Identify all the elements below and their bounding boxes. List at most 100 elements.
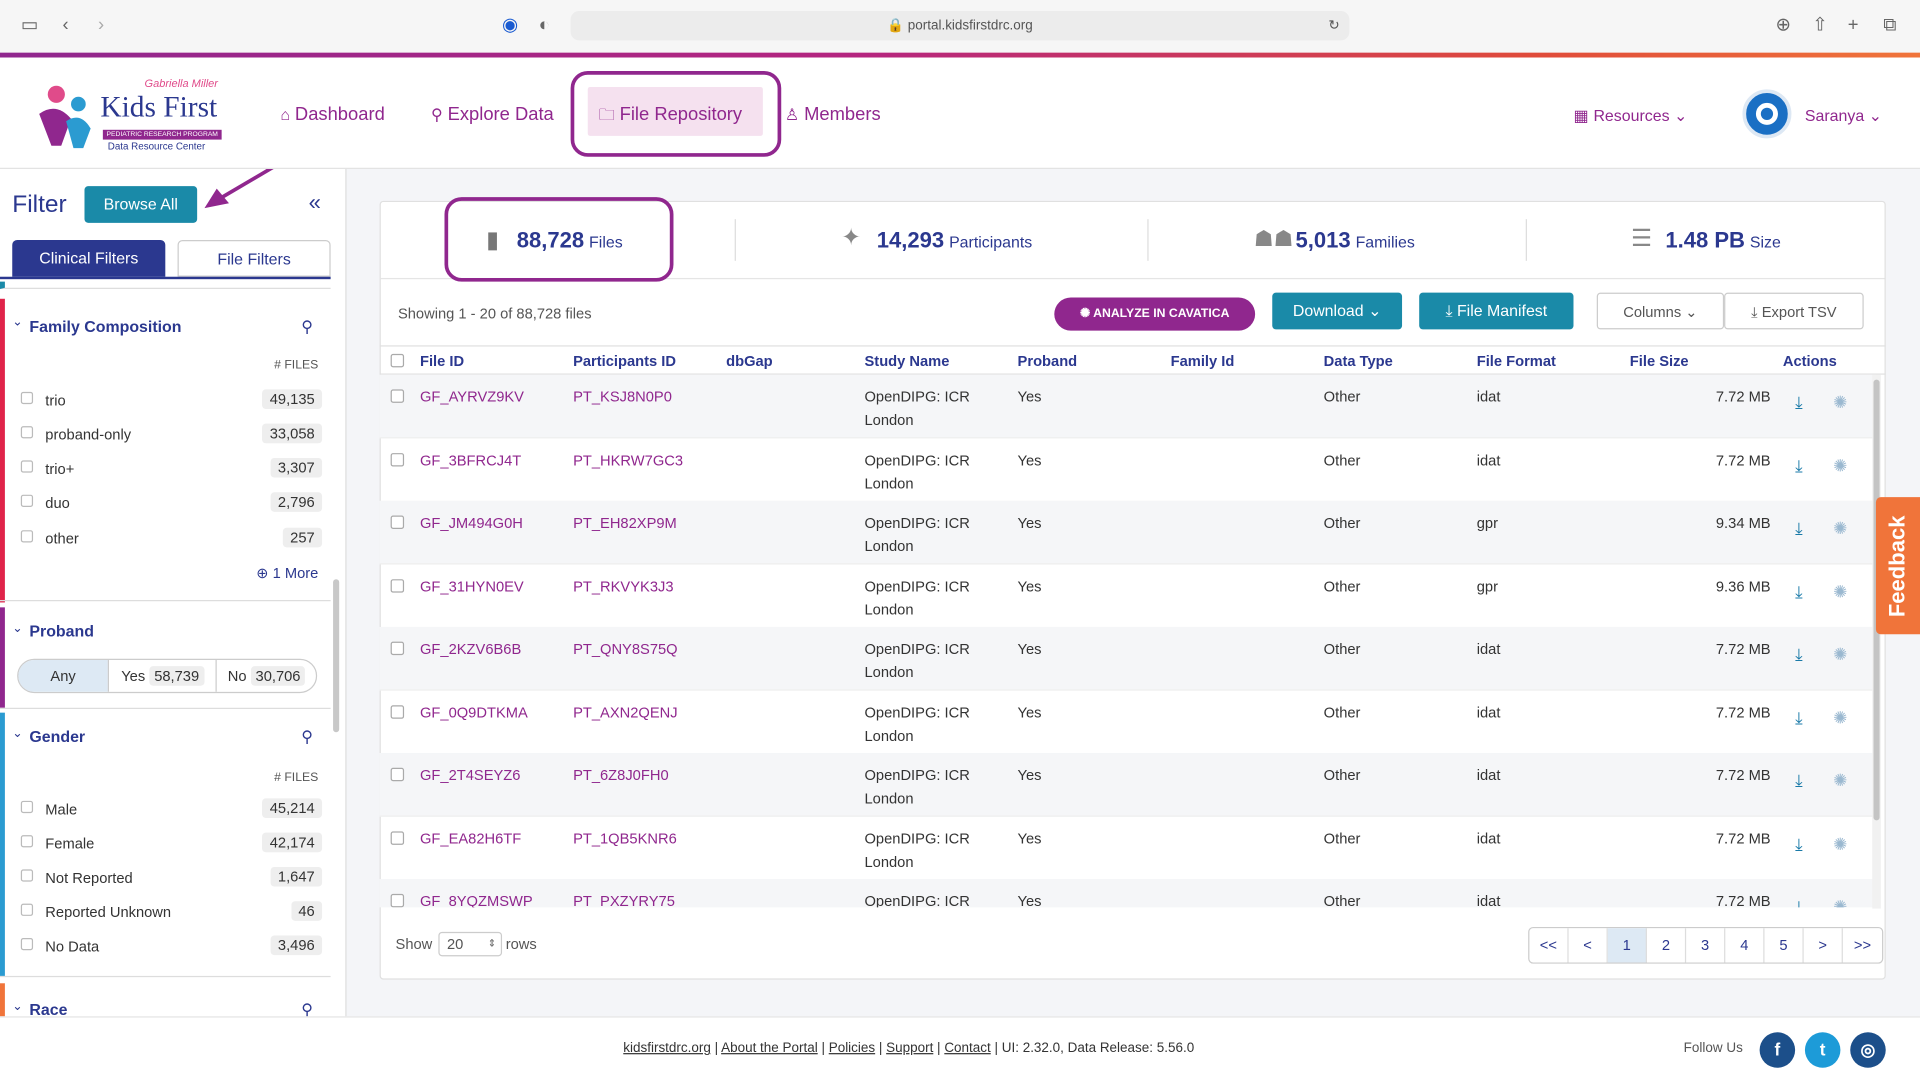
participant-cell[interactable]: PT_QNY8S75Q (573, 638, 678, 661)
cavatica-icon[interactable]: ✺ (1833, 896, 1847, 907)
footer-link[interactable]: About the Portal (721, 1041, 818, 1056)
cavatica-icon[interactable]: ✺ (1833, 581, 1847, 602)
file-id-cell[interactable]: GF_2T4SEYZ6 (420, 764, 520, 787)
file-id-cell[interactable]: GF_JM494G0H (420, 512, 523, 535)
row-checkbox[interactable] (390, 704, 405, 719)
table-row[interactable]: GF_31HYN0EV PT_RKVYK3J3 OpenDIPG: ICR Yes Ot… (379, 564, 1876, 628)
download-icon[interactable]: ⤓ (1795, 770, 1803, 791)
download-icon[interactable]: ⤓ (1795, 644, 1803, 665)
download-icon[interactable]: ⤓ (1795, 581, 1803, 602)
download-icon[interactable]: ⤓ (1795, 518, 1803, 539)
table-scrollbar[interactable] (1872, 374, 1881, 909)
participant-cell[interactable]: PT_6Z8J0FH0 (573, 764, 669, 787)
study1-cell: OpenDIPG: ICR (864, 892, 970, 908)
cavatica-icon[interactable]: ✺ (1833, 707, 1847, 728)
row-checkbox[interactable] (390, 767, 405, 782)
filter-option[interactable]: No Data 3,496 (20, 935, 327, 960)
study1-cell: OpenDIPG: ICR (864, 577, 970, 595)
page-button[interactable]: 5 (1765, 928, 1804, 963)
download-icon[interactable]: ⤓ (1795, 455, 1803, 476)
study1-cell: OpenDIPG: ICR (864, 514, 970, 532)
size-cell: 7.72 MB (1715, 829, 1771, 847)
footer-link[interactable]: Policies (829, 1041, 875, 1056)
footer-link[interactable]: kidsfirstdrc.org (623, 1041, 711, 1056)
row-checkbox[interactable] (390, 893, 405, 908)
table-row[interactable]: GF_EA82H6TF PT_1QB5KNR6 OpenDIPG: ICR Yes Ot… (379, 816, 1876, 880)
size-cell: 7.72 MB (1715, 892, 1771, 908)
page-button[interactable]: > (1804, 928, 1843, 963)
table-row[interactable]: GF_AYRVZ9KV PT_KSJ8N0P0 OpenDIPG: ICR Yes Ot… (379, 374, 1876, 439)
participant-cell[interactable]: PT_AXN2QENJ (573, 701, 678, 724)
page-button[interactable]: 3 (1686, 928, 1726, 963)
download-icon[interactable]: ⤓ (1795, 392, 1803, 413)
size-cell: 7.72 MB (1715, 640, 1771, 658)
cavatica-icon[interactable]: ✺ (1833, 455, 1847, 476)
participant-cell[interactable]: PT_KSJ8N0P0 (573, 386, 672, 409)
show-label: Show (395, 935, 433, 953)
file-id-cell[interactable]: GF_3BFRCJ4T (420, 449, 521, 472)
row-checkbox[interactable] (390, 452, 405, 466)
cavatica-icon[interactable]: ✺ (1833, 518, 1847, 539)
page-button[interactable]: << (1529, 928, 1569, 963)
participant-cell[interactable]: PT_PXZYRY75 (573, 890, 675, 908)
expand-chevron-icon[interactable]: ⌄ (12, 1000, 22, 1013)
file-id-cell[interactable]: GF_EA82H6TF (420, 827, 521, 850)
table-row[interactable]: GF_8YQZMSWP PT_PXZYRY75 OpenDIPG: ICR Yes Ot… (379, 879, 1876, 908)
page-button[interactable]: 1 (1607, 928, 1647, 963)
footer-links: kidsfirstdrc.org | About the Portal | Po… (623, 1040, 1195, 1056)
proband-cell: Yes (1017, 766, 1042, 784)
table-row[interactable]: GF_0Q9DTKMA PT_AXN2QENJ OpenDIPG: ICR Yes Ot… (379, 690, 1876, 754)
download-icon[interactable]: ⤓ (1795, 896, 1803, 907)
proband-cell: Yes (1017, 640, 1042, 658)
table-row[interactable]: GF_JM494G0H PT_EH82XP9M OpenDIPG: ICR Yes Ot… (379, 500, 1876, 565)
cavatica-icon[interactable]: ✺ (1833, 770, 1847, 791)
table-row[interactable]: GF_2KZV6B6B PT_QNY8S75Q OpenDIPG: ICR Yes Ot… (379, 626, 1876, 691)
participant-cell[interactable]: PT_EH82XP9M (573, 512, 677, 535)
download-icon[interactable]: ⤓ (1795, 833, 1803, 854)
row-checkbox[interactable] (390, 830, 405, 845)
github-icon[interactable]: ◎ (1850, 1032, 1886, 1068)
page-button[interactable]: >> (1843, 928, 1882, 962)
row-checkbox[interactable] (390, 578, 405, 593)
format-cell: idat (1476, 388, 1501, 406)
file-id-cell[interactable]: GF_31HYN0EV (420, 575, 524, 598)
size-cell: 7.72 MB (1715, 451, 1771, 469)
row-checkbox[interactable] (390, 515, 405, 529)
footer-link[interactable]: Support (886, 1041, 933, 1056)
twitter-icon[interactable]: t (1804, 1032, 1841, 1068)
file-id-cell[interactable]: GF_0Q9DTKMA (420, 701, 528, 724)
data-type-cell: Other (1323, 829, 1361, 847)
search-icon[interactable]: ⚲ (301, 1000, 313, 1016)
page-button[interactable]: 4 (1725, 928, 1765, 963)
pagination: << <1 2 3 4 5 > >> (1528, 926, 1884, 964)
study1-cell: OpenDIPG: ICR (864, 640, 970, 658)
row-checkbox[interactable] (390, 641, 405, 656)
study2-cell: London (864, 663, 914, 681)
checkbox[interactable] (20, 937, 34, 951)
facebook-icon[interactable]: f (1759, 1032, 1796, 1068)
participant-cell[interactable]: PT_HKRW7GC3 (573, 449, 683, 472)
site-footer: kidsfirstdrc.org | About the Portal | Po… (0, 1016, 1920, 1080)
file-id-cell[interactable]: GF_2KZV6B6B (420, 638, 521, 661)
cavatica-icon[interactable]: ✺ (1833, 833, 1847, 854)
table-row[interactable]: GF_2T4SEYZ6 PT_6Z8J0FH0 OpenDIPG: ICR Yes Ot… (379, 753, 1876, 817)
format-cell: idat (1476, 703, 1501, 721)
page-button[interactable]: 2 (1647, 928, 1687, 963)
page-button[interactable]: < (1569, 928, 1608, 963)
footer-link[interactable]: Contact (944, 1041, 990, 1056)
feedback-tab[interactable]: Feedback (1875, 497, 1920, 635)
download-icon[interactable]: ⤓ (1795, 707, 1803, 728)
proband-cell: Yes (1017, 451, 1042, 469)
option-count: 3,496 (270, 935, 323, 956)
row-checkbox[interactable] (390, 389, 405, 403)
cavatica-icon[interactable]: ✺ (1833, 644, 1847, 665)
file-id-cell[interactable]: GF_AYRVZ9KV (420, 386, 524, 409)
cavatica-icon[interactable]: ✺ (1833, 392, 1847, 413)
file-id-cell[interactable]: GF_8YQZMSWP (420, 890, 533, 908)
table-row[interactable]: GF_3BFRCJ4T PT_HKRW7GC3 OpenDIPG: ICR Yes Ot… (379, 438, 1876, 502)
format-cell: gpr (1476, 577, 1498, 595)
rows-per-page-select[interactable]: 20 ⇕ (438, 931, 503, 957)
participant-cell[interactable]: PT_RKVYK3J3 (573, 575, 673, 598)
participant-cell[interactable]: PT_1QB5KNR6 (573, 827, 677, 850)
follow-us-label: Follow Us (1683, 1040, 1743, 1056)
